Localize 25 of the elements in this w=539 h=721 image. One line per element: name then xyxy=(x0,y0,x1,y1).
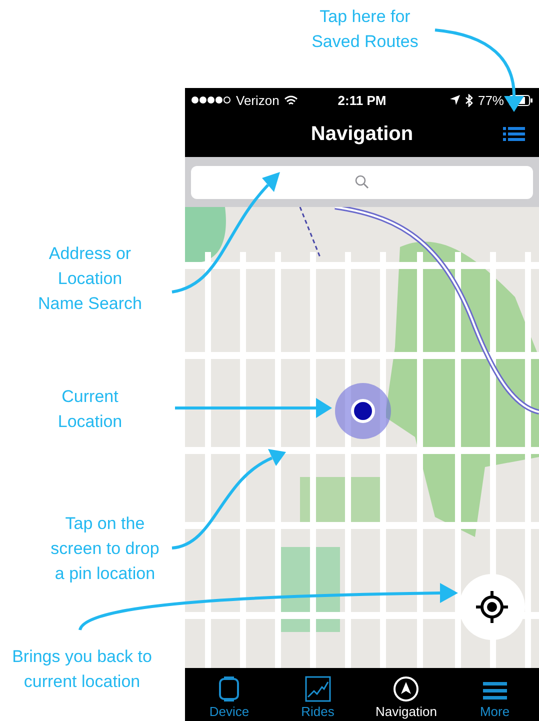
annotation-text: Brings you back to current location xyxy=(11,646,153,693)
location-arrow-icon xyxy=(450,95,460,105)
annotation-text: Address or Location Name Search xyxy=(37,243,143,315)
wifi-icon xyxy=(284,94,298,106)
search-icon xyxy=(355,175,369,189)
annotation-text: Current Location xyxy=(56,386,124,433)
tab-bar-item[interactable]: Rides xyxy=(274,668,362,721)
tab-bar-item[interactable]: More xyxy=(450,668,539,721)
status-time: 2:11 PM xyxy=(338,92,386,108)
list-icon xyxy=(503,126,525,142)
crosshair-icon xyxy=(475,590,509,624)
annotation-text: Tap here for Saved Routes xyxy=(310,6,420,53)
tab-bar-item[interactable]: Navigation xyxy=(362,668,450,721)
tab-bar-item[interactable]: Device xyxy=(185,668,274,721)
screen-title: Navigation xyxy=(310,123,414,146)
menu-icon xyxy=(482,680,508,702)
watch-icon xyxy=(218,676,240,702)
search-field[interactable] xyxy=(191,166,533,198)
carrier-name: Verizon xyxy=(236,92,280,108)
line-chart-icon xyxy=(304,676,331,702)
annotation-text: Tap on the screen to drop a pin location xyxy=(50,513,160,585)
bluetooth-icon xyxy=(464,94,473,106)
signal-icon xyxy=(191,96,231,104)
saved-routes-button[interactable] xyxy=(503,126,525,142)
battery-percent: 77% xyxy=(478,92,504,108)
